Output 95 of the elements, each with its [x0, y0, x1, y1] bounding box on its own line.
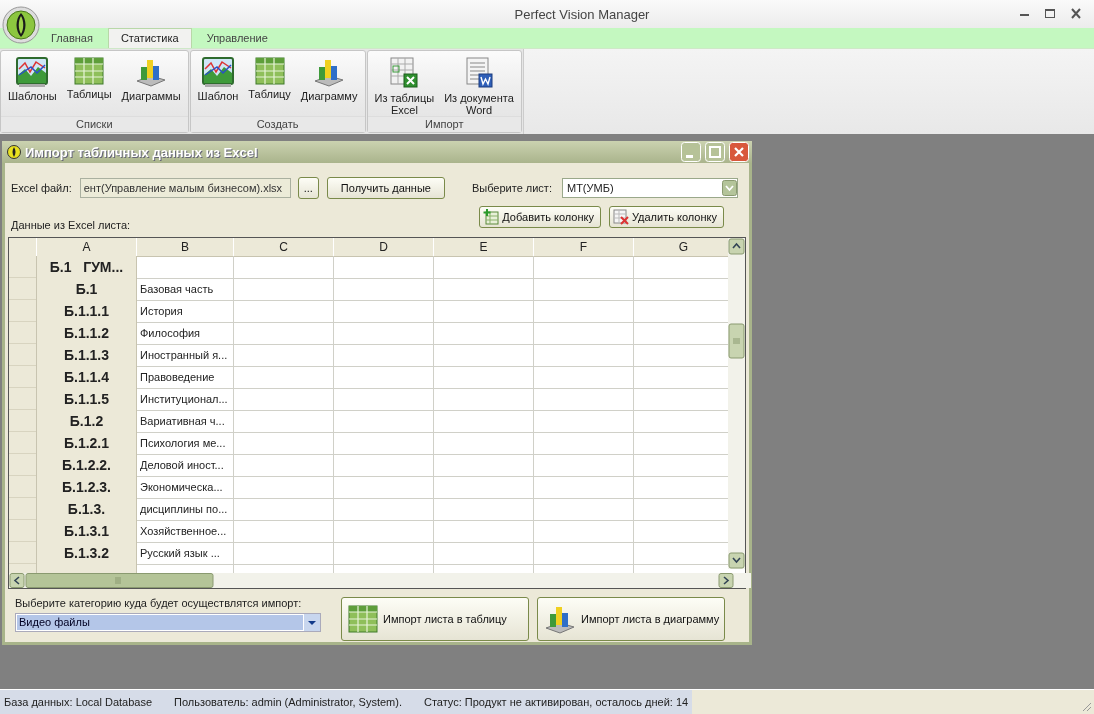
file-path-field[interactable]: ент(Управление малым бизнесом).xlsx [79, 178, 291, 198]
row-header[interactable] [9, 366, 37, 389]
table-cell: Б.1.2.2. [37, 454, 137, 477]
table-icon [254, 57, 285, 85]
vertical-scrollbar[interactable] [728, 238, 745, 569]
row-header[interactable] [9, 256, 37, 279]
table-cell: Б.1.3.2 [37, 542, 137, 565]
row-header[interactable] [9, 388, 37, 411]
ribbon-button[interactable]: Диаграмму [295, 55, 363, 116]
resize-grip-icon [1080, 700, 1092, 712]
status-text: База данных: Local Database [4, 696, 153, 708]
row-header[interactable] [9, 300, 37, 323]
row-header[interactable] [9, 278, 37, 301]
close-icon[interactable] [729, 142, 749, 162]
table-cell: Психология ме... [137, 432, 234, 455]
table-cell: Хозяйственное... [137, 520, 234, 543]
status-text: Пользователь: admin (Administrator, System). [174, 696, 402, 708]
add-column-button[interactable]: Добавить колонку [479, 206, 601, 228]
table-cell: Б.1.1.1 [37, 300, 137, 323]
remove-column-icon [612, 209, 629, 225]
table-cell: Б.1.2 [37, 410, 137, 433]
bar-chart-icon [135, 57, 168, 87]
table-cell: Базовая часть [137, 278, 234, 301]
row-header[interactable] [9, 476, 37, 499]
get-data-button[interactable]: Получить данные [326, 177, 445, 199]
table-cell: Б.1.2.1 [37, 432, 137, 455]
table-cell: Институционал... [137, 388, 234, 411]
row-header[interactable] [9, 322, 37, 345]
table-cell: Б.1.1.4 [37, 366, 137, 389]
line-chart-icon [201, 57, 234, 87]
table-cell: История [137, 300, 234, 323]
group-title: Создать [190, 116, 365, 132]
table-cell: Б.1.3.1 [37, 520, 137, 543]
table-cell: Иностранный я... [137, 344, 234, 367]
field-label: Excel файл: [11, 182, 72, 194]
column-header[interactable]: F [534, 238, 634, 257]
row-header[interactable] [9, 542, 37, 565]
table-icon [348, 605, 378, 633]
row-header[interactable] [9, 454, 37, 477]
ribbon-button[interactable]: Шаблоны [3, 55, 62, 116]
row-header[interactable] [9, 432, 37, 455]
table-cell: дисциплины по... [137, 498, 234, 521]
column-header[interactable]: D [334, 238, 434, 257]
table-cell: Б.1 ГУМ... [37, 256, 137, 279]
table-cell: Б.1.1.2 [37, 322, 137, 345]
spreadsheet-icon [389, 57, 420, 89]
table-cell: Философия [137, 322, 234, 345]
status-text: Статус: Продукт не активирован, осталось дней: 14 [423, 696, 689, 708]
table-cell: Б.1.2.3. [37, 476, 137, 499]
group-title: Списки [1, 116, 188, 132]
table-cell: Деловой иност... [137, 454, 234, 477]
ribbon-button[interactable]: Таблицы [61, 55, 117, 116]
column-header[interactable]: B [137, 238, 234, 257]
dialog-title: Импорт табличных данных из Excel [25, 144, 259, 160]
browse-button[interactable]: ... [297, 177, 319, 199]
ribbon-button[interactable]: Диаграммы [116, 55, 186, 116]
table-cell: Русский язык ... [137, 542, 234, 565]
row-header[interactable] [9, 410, 37, 433]
bar-chart-icon [313, 57, 346, 87]
ribbon-tab[interactable]: Управление [193, 28, 281, 48]
row-header[interactable] [9, 520, 37, 543]
table-cell: Экономическа... [137, 476, 234, 499]
sheet-dropdown[interactable]: МТ(УМБ) [561, 178, 738, 198]
table-cell: Б.1.1.3 [37, 344, 137, 367]
field-label: Выберите категорию куда будет осуществлятся импорт: [15, 597, 303, 609]
group-title: Импорт [367, 116, 521, 132]
table-cell: Б.1.3. [37, 498, 137, 521]
table-cell: Б.1 [37, 278, 137, 301]
document-icon [464, 57, 494, 89]
window-title: Perfect Vision Manager [513, 6, 651, 22]
field-label: Выберите лист: [471, 182, 552, 194]
import-to-table-button[interactable]: Импорт листа в таблицу [341, 597, 529, 641]
line-chart-icon [16, 57, 49, 87]
ribbon-button[interactable]: Из документа Word [439, 55, 519, 116]
eye-logo-icon [7, 145, 21, 159]
ribbon-tab[interactable]: Статистика [107, 28, 192, 48]
ribbon-button[interactable]: Из таблицы Excel [369, 55, 440, 116]
row-header[interactable] [9, 498, 37, 521]
horizontal-scrollbar[interactable] [9, 573, 751, 588]
column-header[interactable]: E [434, 238, 534, 257]
table-icon [74, 57, 105, 85]
table-cell: Вариативная ч... [137, 410, 234, 433]
ribbon-button[interactable]: Шаблон [192, 55, 244, 116]
ribbon-button[interactable]: Таблицу [243, 55, 296, 116]
add-column-icon [483, 209, 500, 225]
bar-chart-icon [544, 604, 576, 634]
ribbon-tab[interactable]: Главная [38, 28, 106, 48]
column-header[interactable]: C [234, 238, 334, 257]
table-cell: Б.1.1.5 [37, 388, 137, 411]
remove-column-button[interactable]: Удалить колонку [608, 206, 724, 228]
import-to-chart-button[interactable]: Импорт листа в диаграмму [537, 597, 725, 641]
field-label: Данные из Excel листа: [11, 219, 131, 231]
row-header[interactable] [9, 344, 37, 367]
category-dropdown[interactable]: Видео файлы [15, 613, 321, 632]
table-cell: Правоведение [137, 366, 234, 389]
